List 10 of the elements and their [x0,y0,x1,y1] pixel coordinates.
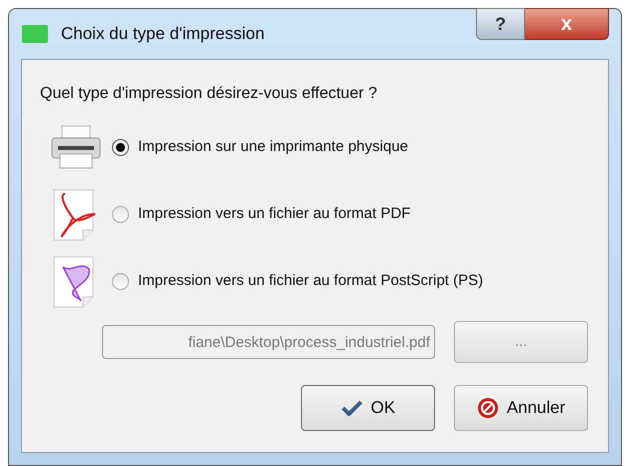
radio-option[interactable]: Impression sur une imprimante physique [112,136,408,159]
window-title: Choix du type d'impression [61,23,265,46]
cancel-button[interactable]: Annuler [454,385,588,431]
question-text: Quel type d'impression désirez-vous effectuer ? [40,84,378,104]
prohibited-icon [476,397,499,419]
radio-option[interactable]: Impression vers un fichier au format PostScript (PS) [112,270,484,293]
help-button[interactable]: ? [476,8,525,40]
radio-option[interactable]: Impression vers un fichier au format PDF [112,203,411,226]
ok-button[interactable]: OK [301,385,435,431]
checkmark-icon [340,399,363,417]
